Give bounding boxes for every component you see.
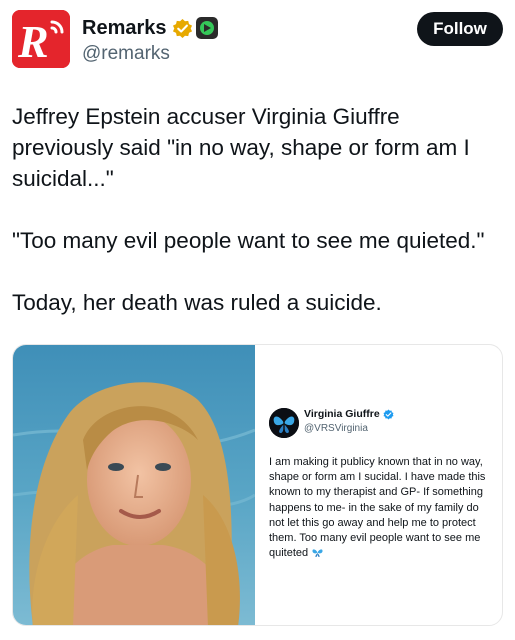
author-handle[interactable]: @remarks [82, 43, 170, 65]
remarks-logo-icon: R [12, 10, 70, 68]
author-name-row: Remarks [82, 15, 218, 41]
embedded-handle[interactable]: @VRSVirginia [304, 423, 368, 434]
media-attachment[interactable]: Virginia Giuffre @VRSVirginia I am makin… [12, 344, 503, 626]
portrait-photo [13, 345, 255, 625]
embedded-name-row: Virginia Giuffre [304, 408, 394, 420]
post-header: R Remarks @remarks Follow [12, 10, 503, 70]
embedded-tweet-text: I am making it publicy known that in no … [269, 455, 497, 561]
avatar[interactable]: R [12, 10, 70, 68]
embedded-display-name[interactable]: Virginia Giuffre [304, 408, 380, 420]
verified-badge-icon [172, 18, 192, 38]
follow-button[interactable]: Follow [417, 12, 503, 46]
embedded-text-body: I am making it publicy known that in no … [269, 456, 486, 560]
butterfly-icon [269, 408, 299, 438]
tweet-paragraph: Today, her death was ruled a suicide. [12, 290, 382, 315]
butterfly-icon [312, 549, 323, 558]
embedded-avatar[interactable] [269, 408, 299, 438]
author-display-name[interactable]: Remarks [82, 17, 167, 40]
svg-text:R: R [17, 16, 49, 67]
verified-badge-icon [383, 409, 394, 419]
tweet-paragraph: "Too many evil people want to see me qui… [12, 228, 485, 253]
tweet-text: Jeffrey Epstein accuser Virginia Giuffre… [12, 101, 503, 318]
tweet-paragraph: Jeffrey Epstein accuser Virginia Giuffre… [12, 104, 470, 191]
affiliate-badge-icon [195, 17, 218, 39]
